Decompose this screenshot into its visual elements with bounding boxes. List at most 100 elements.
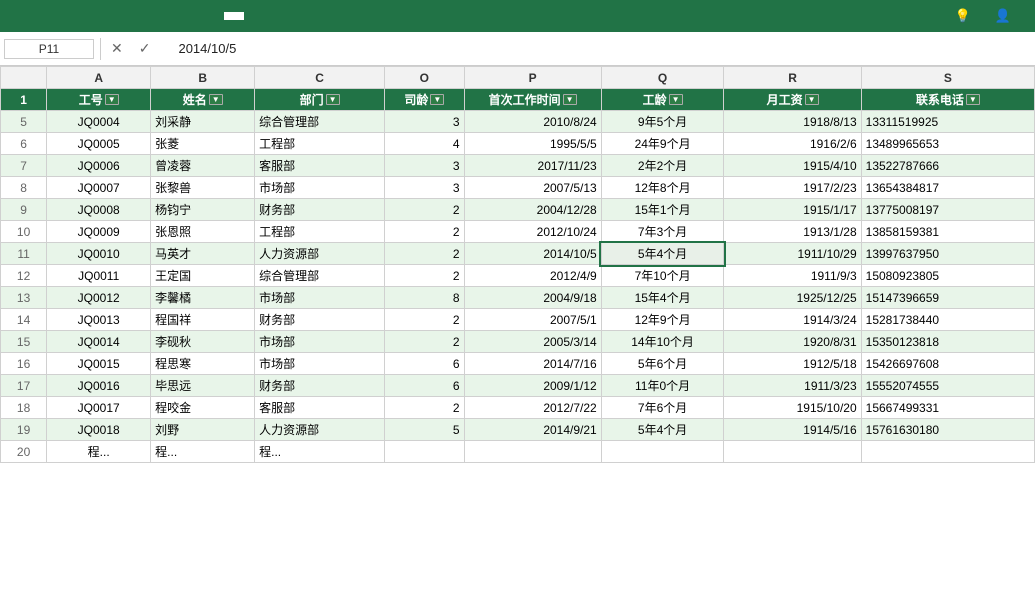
table-cell[interactable]: 市场部: [255, 353, 385, 375]
table-cell[interactable]: 1912/5/18: [724, 353, 861, 375]
table-cell[interactable]: 李砚秋: [151, 331, 255, 353]
table-cell[interactable]: 毕思远: [151, 375, 255, 397]
filter-dropdown-icon[interactable]: ▼: [326, 94, 340, 105]
table-cell[interactable]: 15080923805: [861, 265, 1034, 287]
menu-tell-me[interactable]: 💡: [947, 4, 983, 28]
table-cell[interactable]: 工程部: [255, 221, 385, 243]
menu-help[interactable]: [204, 12, 224, 20]
table-cell[interactable]: 刘野: [151, 419, 255, 441]
table-cell[interactable]: 15426697608: [861, 353, 1034, 375]
table-cell[interactable]: 综合管理部: [255, 111, 385, 133]
filter-dropdown-icon[interactable]: ▼: [430, 94, 444, 105]
table-cell[interactable]: 2014/7/16: [464, 353, 601, 375]
table-cell[interactable]: 人力资源部: [255, 243, 385, 265]
table-cell[interactable]: JQ0013: [47, 309, 151, 331]
menu-file[interactable]: [4, 12, 24, 20]
table-cell[interactable]: 1920/8/31: [724, 331, 861, 353]
table-cell[interactable]: 1915/1/17: [724, 199, 861, 221]
table-cell[interactable]: 客服部: [255, 155, 385, 177]
menu-insert[interactable]: [44, 12, 64, 20]
table-cell[interactable]: 程思寒: [151, 353, 255, 375]
table-cell[interactable]: 13311519925: [861, 111, 1034, 133]
table-cell[interactable]: 7年6个月: [601, 397, 724, 419]
table-cell[interactable]: 综合管理部: [255, 265, 385, 287]
table-cell[interactable]: 8: [385, 287, 464, 309]
filter-dropdown-icon[interactable]: ▼: [563, 94, 577, 105]
menu-formula[interactable]: [84, 12, 104, 20]
table-cell[interactable]: 刘采静: [151, 111, 255, 133]
table-cell[interactable]: 11年0个月: [601, 375, 724, 397]
table-cell[interactable]: JQ0018: [47, 419, 151, 441]
table-cell[interactable]: [464, 441, 601, 463]
table-cell[interactable]: 2007/5/13: [464, 177, 601, 199]
menu-review[interactable]: [124, 12, 144, 20]
table-cell[interactable]: 市场部: [255, 177, 385, 199]
filter-dropdown-icon[interactable]: ▼: [209, 94, 223, 105]
col-header-s[interactable]: S: [861, 67, 1034, 89]
table-cell[interactable]: 9年5个月: [601, 111, 724, 133]
table-cell[interactable]: [385, 441, 464, 463]
table-cell[interactable]: 14年10个月: [601, 331, 724, 353]
table-cell[interactable]: JQ0012: [47, 287, 151, 309]
table-cell[interactable]: 7年3个月: [601, 221, 724, 243]
table-cell[interactable]: JQ0009: [47, 221, 151, 243]
table-cell[interactable]: 张菱: [151, 133, 255, 155]
table-cell[interactable]: 1914/3/24: [724, 309, 861, 331]
table-cell[interactable]: 2009/1/12: [464, 375, 601, 397]
table-cell[interactable]: [861, 441, 1034, 463]
table-cell[interactable]: 姓名▼: [151, 89, 255, 111]
table-cell[interactable]: 2005/3/14: [464, 331, 601, 353]
menu-dev-tools[interactable]: [184, 12, 204, 20]
table-cell[interactable]: 15350123818: [861, 331, 1034, 353]
table-cell[interactable]: 13997637950: [861, 243, 1034, 265]
menu-design[interactable]: [224, 12, 244, 20]
table-cell[interactable]: JQ0016: [47, 375, 151, 397]
table-cell[interactable]: 市场部: [255, 331, 385, 353]
table-cell[interactable]: 1918/8/13: [724, 111, 861, 133]
table-cell[interactable]: 15年1个月: [601, 199, 724, 221]
formula-input[interactable]: [174, 41, 1031, 56]
table-cell[interactable]: JQ0015: [47, 353, 151, 375]
table-cell[interactable]: 1925/12/25: [724, 287, 861, 309]
menu-data[interactable]: [104, 12, 124, 20]
menu-share[interactable]: [144, 12, 164, 20]
table-cell[interactable]: 4: [385, 133, 464, 155]
menu-view[interactable]: [164, 12, 184, 20]
table-cell[interactable]: JQ0005: [47, 133, 151, 155]
table-cell[interactable]: 人力资源部: [255, 419, 385, 441]
table-cell[interactable]: JQ0007: [47, 177, 151, 199]
table-cell[interactable]: 15552074555: [861, 375, 1034, 397]
table-cell[interactable]: 李馨橘: [151, 287, 255, 309]
table-cell[interactable]: JQ0014: [47, 331, 151, 353]
table-cell[interactable]: 张恩照: [151, 221, 255, 243]
col-header-c[interactable]: C: [255, 67, 385, 89]
table-cell[interactable]: 1911/9/3: [724, 265, 861, 287]
table-cell[interactable]: 司龄▼: [385, 89, 464, 111]
table-cell[interactable]: 2007/5/1: [464, 309, 601, 331]
table-cell[interactable]: 1995/5/5: [464, 133, 601, 155]
table-cell[interactable]: 程...: [151, 441, 255, 463]
table-cell[interactable]: 2017/11/23: [464, 155, 601, 177]
table-cell[interactable]: 2: [385, 265, 464, 287]
table-cell[interactable]: 王定国: [151, 265, 255, 287]
table-cell[interactable]: 5年6个月: [601, 353, 724, 375]
table-cell[interactable]: 2: [385, 199, 464, 221]
table-cell[interactable]: 12年8个月: [601, 177, 724, 199]
table-cell[interactable]: 5年4个月: [601, 243, 724, 265]
table-cell[interactable]: 13522787666: [861, 155, 1034, 177]
table-cell[interactable]: 13489965653: [861, 133, 1034, 155]
table-cell[interactable]: 6: [385, 353, 464, 375]
table-cell[interactable]: JQ0004: [47, 111, 151, 133]
table-cell[interactable]: 2012/7/22: [464, 397, 601, 419]
table-cell[interactable]: 1917/2/23: [724, 177, 861, 199]
confirm-icon[interactable]: ✓: [135, 38, 155, 59]
table-cell[interactable]: 财务部: [255, 309, 385, 331]
col-header-a[interactable]: A: [47, 67, 151, 89]
table-cell[interactable]: 5年4个月: [601, 419, 724, 441]
table-cell[interactable]: 杨钧宁: [151, 199, 255, 221]
table-cell[interactable]: 程咬金: [151, 397, 255, 419]
table-cell[interactable]: 12年9个月: [601, 309, 724, 331]
table-cell[interactable]: 15年4个月: [601, 287, 724, 309]
table-cell[interactable]: 市场部: [255, 287, 385, 309]
table-cell[interactable]: 24年9个月: [601, 133, 724, 155]
